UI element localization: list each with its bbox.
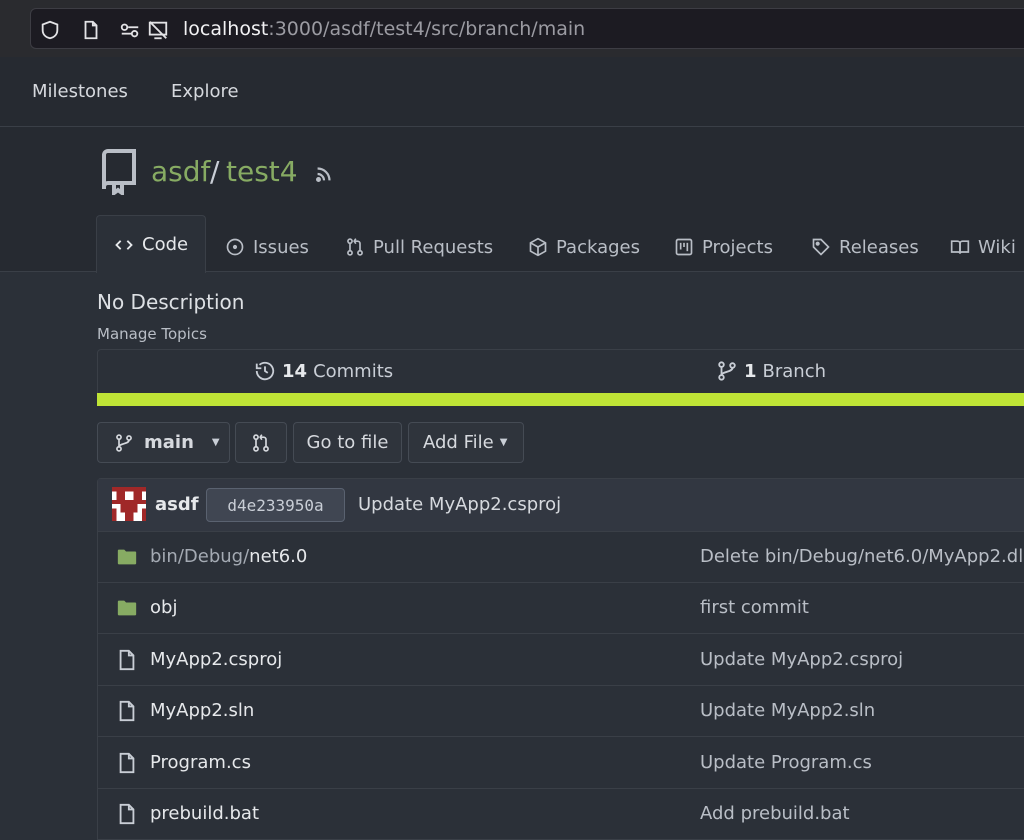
branch-name: main — [144, 432, 194, 453]
file-name-prefix: bin/Debug/ — [150, 546, 250, 567]
file-icon — [116, 649, 138, 671]
book-icon — [950, 237, 970, 257]
repo-name-link[interactable]: test4 — [226, 155, 298, 188]
file-icon — [116, 752, 138, 774]
file-last-commit[interactable]: Update Program.cs — [700, 752, 872, 773]
tab-issues[interactable]: Issues — [225, 222, 309, 272]
go-to-file-label: Go to file — [306, 432, 389, 453]
repo-path-separator: / — [210, 155, 220, 188]
file-last-commit[interactable]: Update MyApp2.sln — [700, 700, 875, 721]
file-last-commit[interactable]: Update MyApp2.csproj — [700, 649, 903, 670]
package-icon — [528, 237, 548, 257]
nav-explore[interactable]: Explore — [171, 81, 239, 102]
table-row[interactable]: MyApp2.csproj Update MyApp2.csproj — [98, 635, 1024, 686]
tab-packages[interactable]: Packages — [528, 222, 640, 272]
history-icon — [254, 360, 276, 382]
file-table: asdf d4e233950a Update MyApp2.csproj bin… — [97, 478, 1024, 840]
chevron-down-icon: ▼ — [499, 437, 508, 448]
top-navigation: Milestones Explore — [0, 57, 1024, 127]
project-icon — [674, 237, 694, 257]
url-text[interactable]: localhost:3000/asdf/test4/src/branch/mai… — [183, 18, 585, 40]
table-row[interactable]: obj first commit — [98, 583, 1024, 634]
issue-icon — [225, 237, 245, 257]
compare-button[interactable] — [235, 422, 287, 463]
avatar[interactable] — [112, 487, 146, 521]
file-name-main: Program.cs — [150, 752, 251, 773]
repo-icon — [100, 149, 138, 195]
file-last-commit[interactable]: first commit — [700, 597, 809, 618]
commit-author[interactable]: asdf — [155, 494, 199, 515]
tab-code[interactable]: Code — [96, 215, 206, 273]
branches-label: Branch — [762, 360, 827, 382]
url-path: :3000/asdf/test4/src/branch/main — [268, 18, 586, 40]
tab-projects-label: Projects — [702, 236, 773, 258]
table-row[interactable]: bin/Debug/net6.0 Delete bin/Debug/net6.0… — [98, 532, 1024, 583]
file-name-main: prebuild.bat — [150, 803, 260, 824]
tab-releases-label: Releases — [839, 236, 919, 258]
tab-releases[interactable]: Releases — [811, 222, 919, 272]
add-file-label: Add File — [423, 432, 494, 453]
tag-icon — [811, 237, 831, 257]
branch-dropdown[interactable]: main ▼ — [97, 422, 230, 463]
file-name-link[interactable]: obj — [150, 597, 177, 618]
file-name-main: MyApp2.sln — [150, 700, 255, 721]
branches-count: 1 — [744, 360, 757, 382]
go-to-file-button[interactable]: Go to file — [293, 422, 402, 463]
add-file-dropdown[interactable]: Add File ▼ — [408, 422, 524, 463]
file-name-main: net6.0 — [249, 546, 308, 567]
language-bar[interactable] — [97, 393, 1024, 406]
commit-sha-button[interactable]: d4e233950a — [206, 488, 345, 522]
file-name-link[interactable]: MyApp2.csproj — [150, 649, 282, 670]
table-row[interactable]: MyApp2.sln Update MyApp2.sln — [98, 686, 1024, 737]
tab-issues-label: Issues — [253, 236, 309, 258]
branch-icon — [716, 360, 738, 382]
branches-link[interactable]: 1 Branch — [716, 360, 826, 382]
permissions-icon[interactable] — [119, 19, 141, 41]
file-name-link[interactable]: MyApp2.sln — [150, 700, 254, 721]
repo-description: No Description — [97, 290, 245, 314]
commit-message[interactable]: Update MyApp2.csproj — [358, 494, 561, 515]
file-name-link[interactable]: prebuild.bat — [150, 803, 259, 824]
file-icon — [116, 803, 138, 825]
screen-share-blocked-icon[interactable] — [147, 19, 169, 41]
file-name-main: obj — [150, 597, 178, 618]
url-host: localhost — [183, 18, 269, 40]
pull-request-icon — [345, 237, 365, 257]
tab-projects[interactable]: Projects — [674, 222, 773, 272]
file-name-main: MyApp2.csproj — [150, 649, 283, 670]
folder-icon — [116, 546, 138, 568]
commits-label: Commits — [313, 360, 394, 382]
folder-icon — [116, 597, 138, 619]
chevron-down-icon: ▼ — [211, 437, 220, 448]
file-last-commit[interactable]: Delete bin/Debug/net6.0/MyApp2.dll — [700, 546, 1024, 567]
latest-commit-bar: asdf d4e233950a Update MyApp2.csproj — [98, 479, 1024, 532]
repo-header: asdf / test4 Code Issues Pull Requests P… — [0, 127, 1024, 273]
tab-pull-requests-label: Pull Requests — [373, 236, 494, 258]
page-icon[interactable] — [80, 19, 102, 41]
commits-count: 14 — [282, 360, 308, 382]
branch-icon — [114, 433, 134, 453]
tab-pull-requests[interactable]: Pull Requests — [345, 222, 493, 272]
rss-icon[interactable] — [313, 163, 335, 185]
commits-link[interactable]: 14 Commits — [254, 360, 393, 382]
repo-owner-link[interactable]: asdf — [151, 155, 210, 188]
table-row[interactable]: Program.cs Update Program.cs — [98, 738, 1024, 789]
code-icon — [114, 235, 134, 255]
manage-topics-link[interactable]: Manage Topics — [97, 325, 207, 343]
tab-wiki-label: Wiki — [978, 236, 1016, 258]
nav-milestones[interactable]: Milestones — [32, 81, 128, 102]
file-last-commit[interactable]: Add prebuild.bat — [700, 803, 850, 824]
tab-wiki[interactable]: Wiki — [950, 222, 1016, 272]
tab-code-label: Code — [142, 234, 189, 255]
file-name-link[interactable]: Program.cs — [150, 752, 251, 773]
file-icon — [116, 700, 138, 722]
shield-icon[interactable] — [39, 19, 61, 41]
tab-packages-label: Packages — [556, 236, 640, 258]
file-name-link[interactable]: bin/Debug/net6.0 — [150, 546, 307, 567]
browser-toolbar: localhost:3000/asdf/test4/src/branch/mai… — [0, 0, 1024, 57]
compare-icon — [251, 433, 271, 453]
url-bar[interactable]: localhost:3000/asdf/test4/src/branch/mai… — [30, 8, 1024, 49]
table-row[interactable]: prebuild.bat Add prebuild.bat — [98, 789, 1024, 840]
